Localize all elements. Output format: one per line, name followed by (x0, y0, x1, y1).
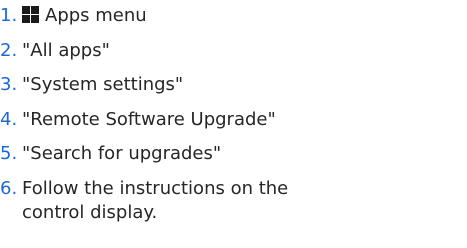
step-5: 5. "Search for upgrades" (0, 142, 467, 166)
step-3: 3. "System settings" (0, 73, 467, 97)
step-number: 6. (0, 177, 18, 199)
step-text: "System settings" (22, 74, 184, 95)
step-number: 5. (0, 143, 18, 164)
step-2: 2. "All apps" (0, 39, 467, 63)
step-number: 1. (0, 5, 18, 26)
step-4: 4. "Remote Software Upgrade" (0, 108, 467, 132)
step-number: 2. (0, 39, 18, 61)
step-1: 1. Apps menu (0, 4, 467, 28)
apps-grid-icon (22, 6, 39, 23)
step-text: Apps menu (22, 4, 467, 28)
step-number: 4. (0, 108, 18, 130)
step-6: 6. Follow the instructions on the contro… (0, 177, 467, 225)
step-text: "Search for upgrades" (22, 143, 222, 164)
instruction-steps: 1. Apps menu 2. "All apps" 3. "System se… (0, 4, 467, 225)
step-number: 3. (0, 74, 18, 95)
step-text: "All apps" (22, 39, 110, 61)
step-text: Follow the instructions on the control d… (22, 177, 289, 223)
step-text: "Remote Software Upgrade" (22, 108, 276, 130)
step-label: Apps menu (45, 5, 147, 26)
